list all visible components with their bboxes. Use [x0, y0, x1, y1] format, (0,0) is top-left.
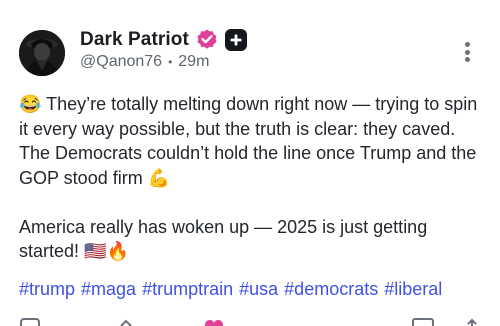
post-body: 😂 They’re totally melting down right now… [19, 92, 484, 264]
hashtag-link[interactable]: #trumptrain [142, 279, 233, 300]
verified-badge-icon [195, 28, 219, 52]
author-avatar[interactable] [19, 30, 65, 76]
post-timestamp[interactable]: 29m [178, 53, 209, 71]
author-display-name[interactable]: Dark Patriot [80, 29, 189, 51]
repost-icon[interactable] [118, 318, 134, 326]
hashtag-link[interactable]: #maga [81, 279, 136, 300]
hashtag-link[interactable]: #trump [19, 279, 75, 300]
hooded-figure-icon [19, 30, 65, 76]
hashtag-link[interactable]: #liberal [384, 279, 442, 300]
more-dot-icon [464, 49, 470, 55]
hashtag-link[interactable]: #democrats [284, 279, 378, 300]
post-paragraph: 😂 They’re totally melting down right now… [19, 94, 478, 188]
bookmark-icon[interactable] [412, 318, 434, 326]
hashtag-list: #trump #maga #trumptrain #usa #democrats… [19, 279, 442, 300]
post-paragraph: America really has woken up — 2025 is ju… [19, 216, 428, 262]
post-card: Dark Patriot @Qanon76 • 29m 😂 They’re to… [0, 0, 500, 326]
author-handle[interactable]: @Qanon76 [80, 53, 162, 71]
more-options-button[interactable] [458, 40, 476, 64]
more-dot-icon [464, 42, 470, 47]
more-dot-icon [464, 57, 470, 62]
share-icon[interactable] [462, 318, 482, 326]
meta-separator: • [168, 55, 173, 69]
post-action-bar [0, 318, 500, 326]
author-name-row: Dark Patriot [80, 27, 247, 53]
plus-badge-icon [224, 29, 247, 51]
like-heart-icon[interactable] [203, 318, 225, 326]
reply-icon[interactable] [20, 318, 40, 326]
author-meta-row: @Qanon76 • 29m [80, 53, 209, 71]
hashtag-link[interactable]: #usa [239, 279, 278, 300]
